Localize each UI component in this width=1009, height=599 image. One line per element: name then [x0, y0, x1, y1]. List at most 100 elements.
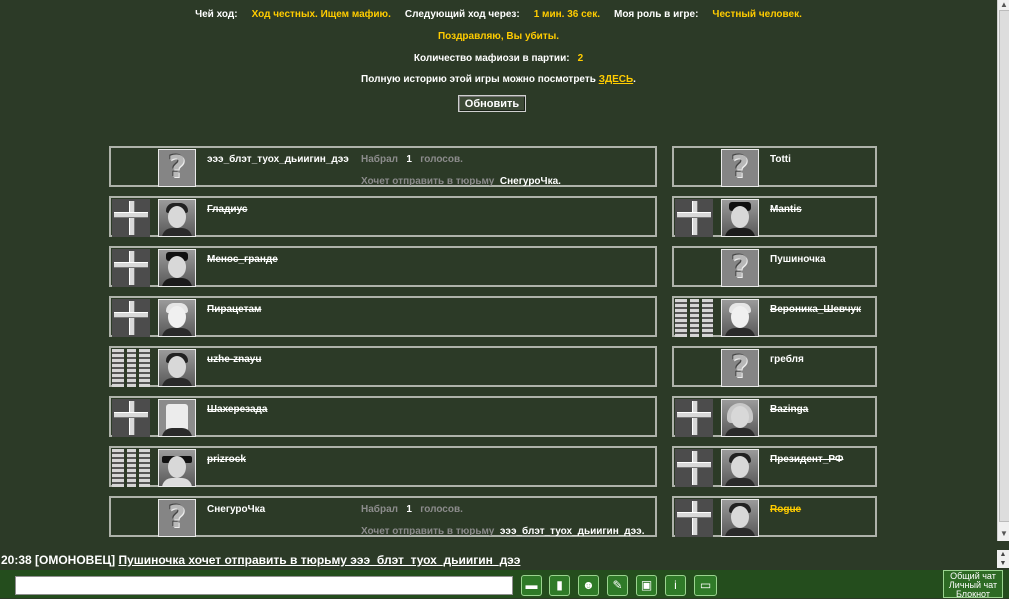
player-row[interactable]: ? гребля: [672, 346, 877, 387]
history-link[interactable]: ЗДЕСЬ: [599, 74, 633, 85]
avatar[interactable]: [721, 199, 759, 237]
player-row[interactable]: Bazinga: [672, 396, 877, 437]
log-scroll-down-icon[interactable]: ▼: [997, 559, 1009, 568]
log-message[interactable]: Пушиночка хочет отправить в тюрьму эээ_б…: [118, 553, 520, 567]
wants-jail-label: Хочет отправить в тюрьму: [361, 526, 500, 537]
player-name[interactable]: Пирацетам: [207, 304, 261, 315]
votes-scored-label: Набрал: [361, 154, 398, 165]
grave-cross-icon: [675, 199, 713, 237]
player-name[interactable]: Гладиус: [207, 204, 247, 215]
player-row[interactable]: Вероника_Шевчук: [672, 296, 877, 337]
vote-target: СнегуроЧка.: [499, 176, 561, 187]
avatar[interactable]: [721, 299, 759, 337]
log-prefix: 20:38 [ОМОНОВЕЦ]: [1, 553, 116, 567]
eraser-icon[interactable]: ✎: [607, 575, 628, 596]
scroll-up-icon[interactable]: ▲: [999, 0, 1009, 10]
player-name[interactable]: Rogue: [770, 504, 801, 515]
cross-horizontal: [114, 212, 148, 218]
unknown-avatar-icon[interactable]: ?: [158, 149, 196, 187]
chat-input[interactable]: [15, 576, 513, 595]
player-row[interactable]: uzhe-znayu: [109, 346, 657, 387]
votes-word: голосов.: [420, 504, 463, 515]
smiley-icon[interactable]: ☻: [578, 575, 599, 596]
jail-bars-icon: [112, 349, 150, 387]
event-log: 20:38 [ОМОНОВЕЦ] Пушиночка хочет отправи…: [0, 544, 997, 570]
grave-cross-icon: [112, 399, 150, 437]
avatar-body: [725, 528, 755, 536]
player-name[interactable]: Пушиночка: [770, 254, 826, 265]
player-row[interactable]: prizrock: [109, 446, 657, 487]
turn-info-line: Чей ход: Ход честных. Ищем мафию. Следующи…: [0, 9, 997, 20]
avatar[interactable]: [158, 449, 196, 487]
player-name[interactable]: Президент_РФ: [770, 454, 843, 465]
cross-vertical: [129, 301, 135, 335]
unknown-avatar-icon[interactable]: ?: [721, 249, 759, 287]
avatar[interactable]: [721, 399, 759, 437]
unknown-avatar-icon[interactable]: ?: [721, 149, 759, 187]
log-scroll-up-icon[interactable]: ▲: [997, 550, 1009, 559]
avatar[interactable]: [158, 199, 196, 237]
player-row[interactable]: Шахерезада: [109, 396, 657, 437]
screen-icon[interactable]: ▭: [694, 575, 717, 596]
vote-target-line: Хочет отправить в тюрьму СнегуроЧка.: [361, 176, 561, 187]
vote-count-line: Набрал 1 голосов.: [361, 154, 463, 165]
refresh-button[interactable]: Обновить: [458, 95, 526, 112]
avatar-body: [725, 228, 755, 236]
avatar-head: [168, 456, 186, 478]
unknown-avatar-icon[interactable]: ?: [721, 349, 759, 387]
lock-icon[interactable]: ▣: [636, 575, 657, 596]
player-row[interactable]: Rogue: [672, 496, 877, 537]
player-name[interactable]: prizrock: [207, 454, 246, 465]
bottom-toolbar: ▬ ▮ ☻ ✎ ▣ i ▭ Общий чат Личный чат Блокн…: [0, 570, 1009, 599]
cross-horizontal: [114, 412, 148, 418]
player-row[interactable]: Гладиус: [109, 196, 657, 237]
player-row[interactable]: ? Пушиночка: [672, 246, 877, 287]
player-name[interactable]: Вероника_Шевчук: [770, 304, 861, 315]
info-icon[interactable]: i: [665, 575, 686, 596]
player-name[interactable]: uzhe-znayu: [207, 354, 261, 365]
avatar[interactable]: [158, 399, 196, 437]
avatar-body: [725, 328, 755, 336]
votes-scored-label: Набрал: [361, 504, 398, 515]
avatar-head: [168, 206, 186, 228]
cross-horizontal: [677, 212, 711, 218]
avatar[interactable]: [158, 299, 196, 337]
log-scrollbar[interactable]: ▲ ▼: [997, 550, 1009, 568]
avatar[interactable]: [721, 449, 759, 487]
avatar[interactable]: [158, 349, 196, 387]
player-row[interactable]: ? Totti: [672, 146, 877, 187]
player-name[interactable]: гребля: [770, 354, 804, 365]
player-name[interactable]: Шахерезада: [207, 404, 267, 415]
player-name[interactable]: Bazinga: [770, 404, 808, 415]
scroll-thumb[interactable]: [999, 10, 1009, 522]
avatar-head: [731, 506, 749, 528]
player-row[interactable]: Менос_гранде: [109, 246, 657, 287]
avatar[interactable]: [721, 499, 759, 537]
phone-icon[interactable]: ▮: [549, 575, 570, 596]
player-row[interactable]: Президент_РФ: [672, 446, 877, 487]
next-turn-timer: 1 мин. 36 сек.: [533, 9, 601, 20]
chat-bubble-icon[interactable]: ▬: [521, 575, 542, 596]
jail-bars-icon: [112, 449, 150, 487]
turn-value: Ход честных. Ищем мафию.: [251, 9, 391, 20]
cross-vertical: [129, 251, 135, 285]
avatar[interactable]: [158, 249, 196, 287]
player-row[interactable]: ? СнегуроЧка Набрал 1 голосов. Хочет отправ…: [109, 496, 657, 537]
question-mark-icon: ?: [168, 500, 186, 535]
history-end: .: [633, 74, 636, 85]
player-row[interactable]: Mantis: [672, 196, 877, 237]
unknown-avatar-icon[interactable]: ?: [158, 499, 196, 537]
player-name[interactable]: Mantis: [770, 204, 802, 215]
avatar-body: [162, 328, 192, 336]
avatar-body: [162, 278, 192, 286]
scroll-down-icon[interactable]: ▼: [999, 529, 1009, 539]
player-row[interactable]: ? эээ_блэт_туох_дьиигин_дээ Набрал 1 голос…: [109, 146, 657, 187]
player-name[interactable]: Totti: [770, 154, 791, 165]
player-name[interactable]: СнегуроЧка: [207, 504, 265, 515]
player-name[interactable]: эээ_блэт_туох_дьиигин_дээ: [207, 154, 349, 165]
player-name[interactable]: Менос_гранде: [207, 254, 278, 265]
bar: [136, 349, 139, 387]
main-scrollbar[interactable]: ▲ ▼: [997, 0, 1009, 541]
grave-cross-icon: [112, 299, 150, 337]
player-row[interactable]: Пирацетам: [109, 296, 657, 337]
